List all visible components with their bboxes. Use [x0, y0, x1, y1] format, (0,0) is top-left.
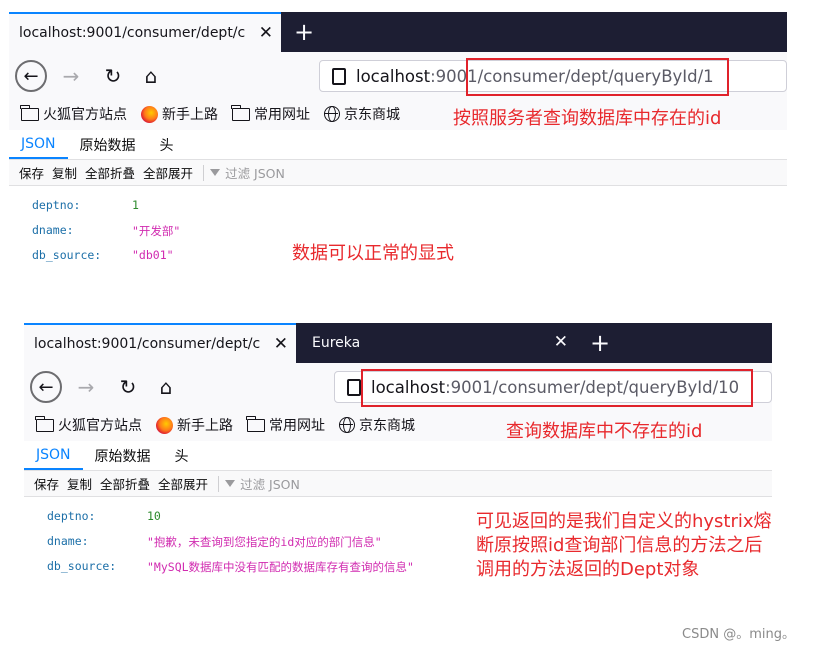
tab-localhost[interactable]: localhost:9001/consumer/dept/c ✕: [9, 12, 281, 52]
json-value: "开发部": [132, 224, 181, 238]
new-tab-button[interactable]: +: [289, 12, 319, 52]
reload-button[interactable]: ↻: [112, 371, 144, 403]
tab-bar: localhost:9001/consumer/dept/c ✕ +: [9, 12, 787, 52]
bookmark-item[interactable]: 新手上路: [141, 104, 218, 124]
home-button[interactable]: ⌂: [135, 60, 167, 92]
annotation-missing-id: 查询数据库中不存在的id: [506, 421, 703, 442]
close-icon[interactable]: ✕: [274, 334, 288, 354]
annotation-existing-id: 按照服务者查询数据库中存在的id: [453, 108, 722, 129]
json-key: dname:: [47, 534, 89, 548]
json-key: db_source:: [32, 248, 102, 262]
json-key: deptno:: [32, 198, 81, 212]
url-highlight-box: [361, 369, 753, 407]
json-toolbar: 保存 复制 全部折叠 全部展开 过滤 JSON: [9, 160, 787, 186]
bookmark-item[interactable]: 常用网址: [246, 415, 325, 435]
back-button[interactable]: ←: [15, 60, 47, 92]
save-button[interactable]: 保存: [34, 474, 59, 493]
copy-button[interactable]: 复制: [52, 163, 77, 182]
firefox-icon: [141, 105, 158, 123]
tab-label: localhost:9001/consumer/dept/c: [34, 336, 260, 352]
json-toolbar: 保存 复制 全部折叠 全部展开 过滤 JSON: [24, 471, 772, 497]
tab-label: localhost:9001/consumer/dept/c: [19, 25, 245, 41]
close-icon[interactable]: ✕: [554, 332, 568, 352]
json-key: db_source:: [47, 559, 117, 573]
collapse-all-button[interactable]: 全部折叠: [85, 163, 135, 182]
json-value: 10: [147, 509, 161, 523]
folder-icon: [231, 104, 250, 121]
json-key: deptno:: [47, 509, 96, 523]
bookmark-item[interactable]: 火狐官方站点: [20, 104, 127, 124]
new-tab-button[interactable]: +: [585, 323, 615, 363]
watermark: CSDN @。ming。: [682, 627, 795, 642]
toolbar-divider: [218, 475, 220, 492]
filter-icon: [210, 169, 221, 176]
globe-icon: [324, 106, 340, 122]
back-button[interactable]: ←: [30, 371, 62, 403]
expand-all-button[interactable]: 全部展开: [143, 163, 193, 182]
tab-json[interactable]: JSON: [9, 131, 68, 159]
copy-button[interactable]: 复制: [67, 474, 92, 493]
save-button[interactable]: 保存: [19, 163, 44, 182]
annotation-fallback-explanation: 可见返回的是我们自定义的hystrix熔断原按照id查询部门信息的方法之后调用的…: [476, 511, 772, 580]
json-value: "MySQL数据库中没有匹配的数据库存有查询的信息": [147, 560, 414, 574]
collapse-all-button[interactable]: 全部折叠: [100, 474, 150, 493]
tab-raw-data[interactable]: 原始数据: [83, 442, 163, 470]
reload-button[interactable]: ↻: [97, 60, 129, 92]
url-highlight-box: [466, 58, 729, 96]
filter-input[interactable]: 过滤 JSON: [225, 474, 300, 493]
expand-all-button[interactable]: 全部展开: [158, 474, 208, 493]
tab-eureka[interactable]: Eureka ✕: [296, 323, 578, 363]
globe-icon: [339, 417, 355, 433]
page-icon: [347, 378, 361, 396]
tab-localhost[interactable]: localhost:9001/consumer/dept/c ✕: [24, 323, 296, 363]
json-value: 1: [132, 198, 139, 212]
bookmark-item[interactable]: 京东商城: [339, 415, 415, 435]
home-button[interactable]: ⌂: [150, 371, 182, 403]
bookmark-item[interactable]: 京东商城: [324, 104, 400, 124]
folder-icon: [20, 104, 39, 121]
tab-bar: localhost:9001/consumer/dept/c ✕ Eureka …: [24, 323, 772, 363]
json-viewer-tabs: JSON 原始数据 头: [24, 441, 772, 471]
browser-window-1: localhost:9001/consumer/dept/c ✕ + ← → ↻…: [9, 12, 787, 262]
json-key: dname:: [32, 223, 74, 237]
filter-input[interactable]: 过滤 JSON: [210, 163, 285, 182]
tab-headers[interactable]: 头: [163, 442, 201, 470]
firefox-icon: [156, 416, 173, 434]
forward-button[interactable]: →: [55, 60, 87, 92]
json-row-deptno[interactable]: deptno: 1: [9, 192, 787, 217]
folder-icon: [246, 415, 265, 432]
json-value: "抱歉，未查询到您指定的id对应的部门信息": [147, 535, 382, 549]
annotation-normal-display: 数据可以正常的显式: [292, 243, 454, 264]
tab-headers[interactable]: 头: [148, 131, 186, 159]
page-icon: [332, 67, 346, 85]
tab-label: Eureka: [312, 335, 361, 351]
bookmark-item[interactable]: 常用网址: [231, 104, 310, 124]
forward-button[interactable]: →: [70, 371, 102, 403]
bookmark-item[interactable]: 火狐官方站点: [35, 415, 142, 435]
filter-icon: [225, 480, 236, 487]
json-value: "db01": [132, 248, 174, 262]
tab-json[interactable]: JSON: [24, 442, 83, 470]
bookmark-item[interactable]: 新手上路: [156, 415, 233, 435]
folder-icon: [35, 415, 54, 432]
json-viewer-tabs: JSON 原始数据 头: [9, 130, 787, 160]
toolbar-divider: [203, 164, 205, 181]
tab-raw-data[interactable]: 原始数据: [68, 131, 148, 159]
close-icon[interactable]: ✕: [259, 23, 273, 43]
